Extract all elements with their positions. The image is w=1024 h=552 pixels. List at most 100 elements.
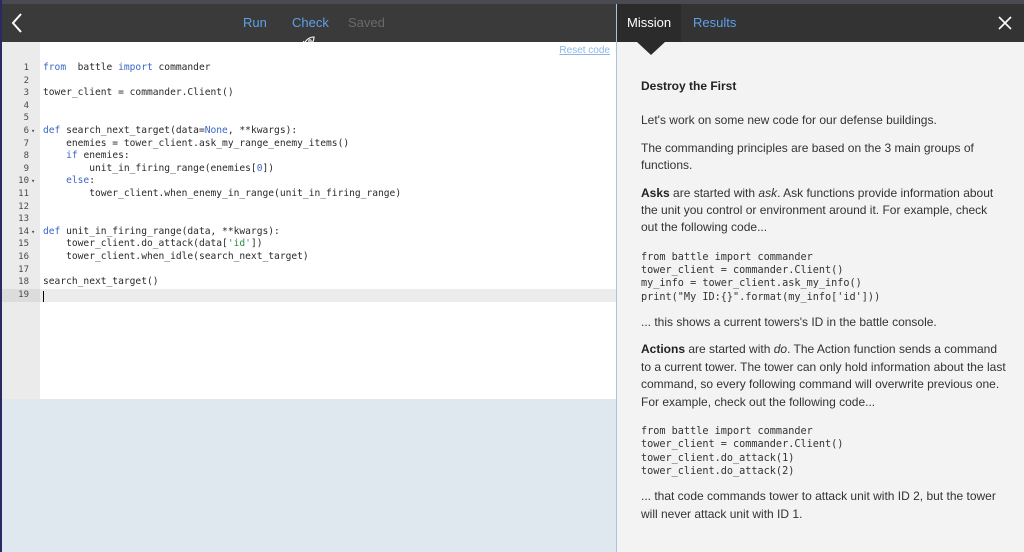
code-line[interactable]: 16 tower_client.when_idle(search_next_ta… <box>2 251 616 264</box>
code-token: search_next_target() <box>43 276 159 288</box>
asks-term: Asks <box>641 185 670 200</box>
check-button[interactable]: Check <box>292 15 329 30</box>
fold-toggle-icon[interactable]: ▾ <box>31 175 39 188</box>
actions-paragraph: Actions are started with do. The Action … <box>641 341 1007 411</box>
saved-status: Saved <box>348 15 385 30</box>
text-cursor <box>43 291 44 302</box>
code-token: , **kwargs): <box>227 124 298 136</box>
code-line[interactable]: 19 <box>2 289 616 302</box>
mission-tabs-bar: Mission Results <box>617 4 1024 42</box>
code-line[interactable]: 1 from battle import commander <box>2 62 616 75</box>
code-token: if <box>66 150 78 162</box>
code-token: def <box>43 225 61 237</box>
code-line[interactable]: 11 tower_client.when_enemy_in_range(unit… <box>2 188 616 201</box>
code-lines[interactable]: 1 from battle import commander 2 3 tower_cli… <box>2 62 616 301</box>
code-line[interactable]: 13 <box>2 213 616 226</box>
code-token: def <box>43 124 61 136</box>
code-token: else <box>66 175 90 187</box>
asks-em: ask <box>758 185 778 200</box>
code-text: search_next_target() <box>43 276 159 289</box>
tab-mission[interactable]: Mission <box>617 4 682 42</box>
actions-em: do <box>773 342 788 357</box>
code-line[interactable]: 17 <box>2 264 616 277</box>
code-text: from battle import commander <box>43 62 211 75</box>
code-token: tower_client.do_attack(data[ <box>43 238 228 250</box>
code-line[interactable]: 6 ▾ def search_next_target(data=None, **kw… <box>2 125 616 138</box>
line-number: 9 <box>23 163 29 174</box>
line-number: 3 <box>23 88 29 99</box>
code-token: tower_client.when_enemy_in_range(unit_in… <box>43 187 402 199</box>
code-line[interactable]: 10 ▾ else: <box>2 175 616 188</box>
code-token: ]) <box>262 162 275 174</box>
editor-pane: Run Check Saved Reset code 1 from battle … <box>2 4 616 552</box>
line-number: 7 <box>23 138 29 149</box>
line-number: 16 <box>18 251 29 262</box>
asks-after: ... this shows a current towers's ID in … <box>641 315 937 330</box>
run-button[interactable]: Run <box>243 15 267 30</box>
code-token: : <box>89 175 95 187</box>
line-number: 4 <box>23 100 29 111</box>
line-number: 13 <box>18 214 29 225</box>
close-icon[interactable] <box>996 14 1014 32</box>
code-line[interactable]: 14 ▾ def unit_in_firing_range(data, **kwar… <box>2 226 616 239</box>
code-token: battle <box>66 62 119 73</box>
line-number: 8 <box>23 151 29 162</box>
code-token: tower_client.when_idle(search_next_targe… <box>43 250 309 262</box>
code-token: commander <box>152 62 211 73</box>
back-icon[interactable] <box>6 10 30 36</box>
active-tab-pointer <box>637 42 665 55</box>
code-token: enemies: <box>77 150 130 162</box>
code-line[interactable]: 18 search_next_target() <box>2 276 616 289</box>
code-token: unit_in_firing_range(data, **kwargs): <box>60 225 280 237</box>
actions-term: Actions <box>641 342 686 357</box>
code-token: search_next_target(data= <box>60 124 205 136</box>
mission-title: Destroy the First <box>641 79 737 93</box>
code-editor[interactable]: Reset code 1 from battle import commander… <box>2 42 616 399</box>
code-line[interactable]: 2 <box>2 75 616 88</box>
code-text: tower_client = commander.Client() <box>43 87 234 100</box>
fold-toggle-icon[interactable]: ▾ <box>31 226 39 239</box>
mission-content: Destroy the First Let's work on some new… <box>641 78 1007 533</box>
asks-code-sample: from battle import commander tower_clien… <box>641 251 881 303</box>
code-line[interactable]: 4 <box>2 100 616 113</box>
code-line[interactable]: 9 unit_in_firing_range(enemies[0]) <box>2 163 616 176</box>
code-line[interactable]: 15 tower_client.do_attack(data['id']) <box>2 238 616 251</box>
actions-text-1: are started with <box>685 342 774 357</box>
line-number: 10 <box>18 176 29 187</box>
code-line[interactable]: 3 tower_client = commander.Client() <box>2 87 616 100</box>
code-text: if enemies: <box>43 150 130 163</box>
asks-text-1: are started with <box>669 185 759 200</box>
mission-pane: Mission Results Destroy the First Let's … <box>617 4 1024 552</box>
line-number: 18 <box>18 277 29 288</box>
code-line[interactable]: 8 if enemies: <box>2 150 616 163</box>
code-line[interactable]: 7 enemies = tower_client.ask_my_range_en… <box>2 138 616 151</box>
line-number: 1 <box>23 63 29 73</box>
code-token: tower_client = commander.Client() <box>43 87 234 99</box>
code-line[interactable]: 12 <box>2 201 616 214</box>
reset-code-link[interactable]: Reset code <box>559 45 610 56</box>
asks-paragraph: Asks are started with ask. Ask functions… <box>641 185 1007 237</box>
code-text: def search_next_target(data=None, **kwar… <box>43 125 297 138</box>
code-token: 'id' <box>227 238 251 250</box>
code-token: enemies = tower_client.ask_my_range_enem… <box>43 137 350 149</box>
code-token: import <box>118 62 153 73</box>
line-number: 17 <box>18 264 29 275</box>
line-number: 14 <box>18 226 29 237</box>
fold-toggle-icon[interactable]: ▾ <box>31 125 39 138</box>
mission-principles: The commanding principles are based on t… <box>641 140 974 173</box>
tab-results[interactable]: Results <box>683 4 746 42</box>
mission-intro: Let's work on some new code for our defe… <box>641 113 937 128</box>
code-text: enemies = tower_client.ask_my_range_enem… <box>43 138 349 151</box>
line-number: 12 <box>18 201 29 212</box>
line-number: 15 <box>18 239 29 250</box>
actions-after: ... that code commands tower to attack u… <box>641 489 996 521</box>
code-token: None <box>204 124 228 136</box>
code-text: tower_client.do_attack(data['id']) <box>43 238 262 251</box>
line-number: 11 <box>18 188 29 199</box>
line-number: 19 <box>18 289 29 300</box>
code-text: tower_client.when_enemy_in_range(unit_in… <box>43 188 401 201</box>
code-line[interactable]: 5 <box>2 112 616 125</box>
line-number: 2 <box>23 75 29 86</box>
